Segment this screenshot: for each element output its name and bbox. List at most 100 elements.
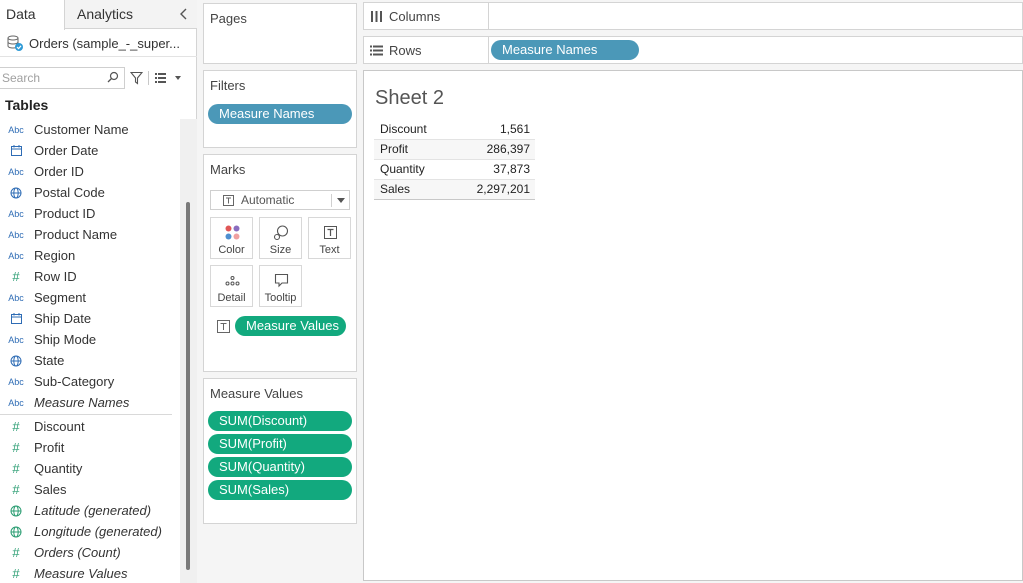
sheet-title[interactable]: Sheet 2 <box>375 87 444 110</box>
field-item[interactable]: Abc Customer Name <box>0 119 180 140</box>
pages-card[interactable]: Pages <box>203 3 357 64</box>
filter-icon[interactable] <box>130 71 143 85</box>
row-value[interactable]: 286,397 <box>452 139 535 160</box>
field-item[interactable]: # Quantity <box>0 458 180 479</box>
tab-analytics[interactable]: Analytics <box>65 0 175 29</box>
field-name: Product Name <box>34 227 118 242</box>
text-button[interactable]: Text <box>308 217 351 259</box>
field-item[interactable]: Order Date <box>0 140 180 161</box>
row-value[interactable]: 1,561 <box>452 119 535 140</box>
columns-shelf[interactable]: Columns <box>363 2 1023 30</box>
calendar-icon <box>6 145 26 156</box>
row-header[interactable]: Discount <box>374 119 452 140</box>
view-options-icon[interactable] <box>155 72 181 84</box>
field-name: Row ID <box>34 269 77 284</box>
filters-card[interactable]: Filters Measure Names <box>203 70 357 148</box>
number-type-icon: # <box>12 545 20 560</box>
field-item[interactable]: Postal Code <box>0 182 180 203</box>
field-name: Sub-Category <box>34 374 115 389</box>
field-name: Ship Date <box>34 311 92 326</box>
datasource-icon <box>7 35 23 51</box>
field-item[interactable]: Ship Date <box>0 308 180 329</box>
measure-pill-quantity[interactable]: SUM(Quantity) <box>208 457 352 477</box>
field-name: Profit <box>34 440 65 455</box>
collapse-pane-icon[interactable] <box>177 6 191 22</box>
measure-pill-discount[interactable]: SUM(Discount) <box>208 411 352 431</box>
field-name: Measure Names <box>34 395 130 410</box>
field-list: Abc Customer Name Order Date Abc Order ID Pos… <box>0 119 180 583</box>
string-type-icon: Abc <box>8 376 24 387</box>
field-item[interactable]: Abc Sub-Category <box>0 371 180 392</box>
columns-icon <box>371 10 382 22</box>
mark-type-dropdown[interactable]: Automatic <box>210 190 350 210</box>
field-name: Product ID <box>34 206 96 221</box>
color-button[interactable]: Color <box>210 217 253 259</box>
measure-pill-profit[interactable]: SUM(Profit) <box>208 434 352 454</box>
toolbar-separator <box>148 71 149 85</box>
field-item[interactable]: Latitude (generated) <box>0 500 180 521</box>
field-item[interactable]: # Row ID <box>0 266 180 287</box>
field-item[interactable]: # Sales <box>0 479 180 500</box>
field-name: Latitude (generated) <box>34 503 152 518</box>
filters-title: Filters <box>210 78 246 93</box>
rows-shelf[interactable]: Rows Measure Names <box>363 36 1023 64</box>
search-icon[interactable] <box>107 71 119 85</box>
columns-label: Columns <box>389 8 441 24</box>
field-list-scrollbar[interactable] <box>186 202 190 570</box>
detail-button[interactable]: Detail <box>210 265 253 307</box>
tooltip-button[interactable]: Tooltip <box>259 265 302 307</box>
field-name: Ship Mode <box>34 332 97 347</box>
table-row[interactable]: Sales 2,297,201 <box>374 179 535 200</box>
crosstab-table: Discount 1,561 Profit 286,397 Quantity 37,873… <box>374 119 535 200</box>
table-row[interactable]: Discount 1,561 <box>374 119 535 140</box>
measure-values-title: Measure Values <box>210 386 303 401</box>
field-item[interactable]: # Measure Values <box>0 563 180 583</box>
field-item[interactable]: Longitude (generated) <box>0 521 180 542</box>
size-icon <box>273 225 289 241</box>
field-item[interactable]: # Discount <box>0 416 180 437</box>
rows-pill-measure-names[interactable]: Measure Names <box>491 40 639 60</box>
field-item[interactable]: # Orders (Count) <box>0 542 180 563</box>
field-name: Longitude (generated) <box>34 524 162 539</box>
number-type-icon: # <box>12 440 20 455</box>
row-header[interactable]: Sales <box>374 179 452 200</box>
worksheet-view[interactable]: Sheet 2 Discount 1,561 Profit 286,397 Quanti… <box>363 70 1023 581</box>
field-item[interactable]: Abc Product ID <box>0 203 180 224</box>
tooltip-label: Tooltip <box>264 292 297 304</box>
string-type-icon: Abc <box>8 166 24 177</box>
row-header[interactable]: Profit <box>374 139 452 160</box>
measure-pill-sales[interactable]: SUM(Sales) <box>208 480 352 500</box>
chevron-down-icon <box>337 198 345 203</box>
dropdown-separator <box>331 194 332 207</box>
tab-data[interactable]: Data <box>0 0 65 30</box>
field-item[interactable]: Abc Ship Mode <box>0 329 180 350</box>
field-item[interactable]: Abc Segment <box>0 287 180 308</box>
filter-pill-measure-names[interactable]: Measure Names <box>208 104 352 124</box>
field-item[interactable]: Abc Region <box>0 245 180 266</box>
field-item[interactable]: Abc Measure Names <box>0 392 180 413</box>
marks-pill-measure-values[interactable]: Measure Values <box>235 316 346 336</box>
color-icon <box>225 225 240 240</box>
row-header[interactable]: Quantity <box>374 159 452 180</box>
field-name: Customer Name <box>34 122 129 137</box>
size-button[interactable]: Size <box>259 217 302 259</box>
text-label: Text <box>319 244 340 256</box>
search-row <box>0 67 197 89</box>
table-row[interactable]: Profit 286,397 <box>374 139 535 160</box>
globe-icon <box>6 355 26 367</box>
string-type-icon: Abc <box>8 250 24 261</box>
datasource[interactable]: Orders (sample_-_super... <box>0 30 197 57</box>
field-item[interactable]: State <box>0 350 180 371</box>
measure-list: # Discount # Profit # Quantity # Sales Latitude … <box>0 416 180 583</box>
field-item[interactable]: Abc Order ID <box>0 161 180 182</box>
tables-heading: Tables <box>5 97 49 113</box>
row-value[interactable]: 2,297,201 <box>452 179 535 200</box>
field-name: Discount <box>34 419 85 434</box>
number-type-icon: # <box>12 482 20 497</box>
dimension-measure-divider <box>0 414 172 415</box>
table-row[interactable]: Quantity 37,873 <box>374 159 535 180</box>
field-item[interactable]: # Profit <box>0 437 180 458</box>
row-value[interactable]: 37,873 <box>452 159 535 180</box>
field-name: Order Date <box>34 143 99 158</box>
field-item[interactable]: Abc Product Name <box>0 224 180 245</box>
